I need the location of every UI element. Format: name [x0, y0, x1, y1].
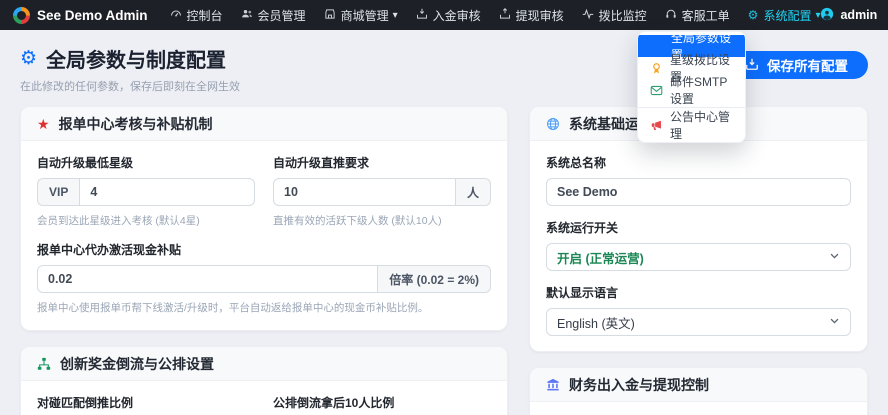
envelope-icon — [650, 84, 663, 97]
page-title: ⚙ 全局参数与制度配置 — [20, 48, 227, 72]
field-direct-push: 自动升级直推要求 人 直推有效的活跃下级人数 (默认10人) — [273, 154, 491, 228]
field-run-switch: 系统运行开关 开启 (正常运营) — [546, 219, 851, 271]
dropdown-item-announcements[interactable]: 公告中心管理 — [638, 110, 745, 141]
brand-logo-icon — [13, 6, 30, 24]
medal-icon — [650, 62, 663, 75]
page-subtitle: 在此修改的任何参数，保存后即刻在全网生效 — [20, 81, 240, 93]
nav-label: 拨比监控 — [598, 8, 647, 23]
card-report-center: ★ 报单中心考核与补贴机制 自动升级最低星级 VIP 会员到达此星级进 — [20, 106, 508, 331]
star-icon: ★ — [37, 115, 50, 132]
nav-label: 商城管理 — [340, 8, 389, 23]
nav-label: 入金审核 — [432, 8, 481, 23]
helper-text: 直推有效的活跃下级人数 (默认10人) — [273, 215, 442, 227]
min-star-input[interactable] — [79, 178, 255, 206]
sitemap-icon — [37, 357, 51, 371]
people-icon — [241, 8, 253, 23]
bank-icon — [546, 378, 560, 392]
nav-item-system-config[interactable]: ⚙ 系统配置 ▾ — [748, 7, 821, 24]
rate-suffix: 倍率 (0.02 = 2%) — [378, 265, 491, 293]
helper-text: 会员到达此星级进入考核 (默认4星) — [37, 215, 200, 227]
megaphone-icon — [650, 119, 663, 132]
nav-item-withdraw-review[interactable]: 提现审核 — [499, 7, 564, 24]
dropdown-item-smtp[interactable]: 邮件SMTP设置 — [638, 75, 745, 106]
card-bonus-settings: 创新奖金倒流与公排设置 对碰匹配倒推比例 倍率 — [20, 346, 508, 415]
card-header: 财务出入金与提现控制 — [530, 368, 867, 402]
nav-label: 提现审核 — [515, 8, 564, 23]
chevron-down-icon: ▾ — [392, 9, 398, 21]
right-column: 系统基础运行设置 系统总名称 系统运行开关 开启 (正常运营) — [529, 106, 868, 415]
page-content: ⚙ 全局参数与制度配置 在此修改的任何参数，保存后即刻在全网生效 保存所有配置 … — [0, 30, 888, 415]
nav-label: 控制台 — [186, 8, 223, 23]
cards-grid: ★ 报单中心考核与补贴机制 自动升级最低星级 VIP 会员到达此星级进 — [20, 106, 868, 415]
field-public-row-ratio: 公排倒流拿后10人比例 倍率 — [273, 396, 395, 410]
brand[interactable]: See Demo Admin — [13, 6, 148, 24]
nav-item-dashboard[interactable]: 控制台 — [170, 7, 223, 24]
system-config-dropdown: 全局参数设置 星级拨比设置 邮件SMTP设置 公告中心管理 — [637, 31, 746, 143]
field-subsidy: 报单中心代办激活现金补贴 倍率 (0.02 = 2%) 报单中心使用报单币帮下线… — [37, 241, 491, 315]
navbar-right: admin 安全退出 — [820, 0, 888, 50]
card-header: 创新奖金倒流与公排设置 — [21, 347, 507, 381]
system-name-input[interactable] — [546, 178, 851, 206]
field-min-star: 自动升级最低星级 VIP 会员到达此星级进入考核 (默认4星) — [37, 154, 255, 228]
box-arrow-up-icon — [499, 7, 511, 23]
person-circle-icon — [820, 7, 834, 24]
gear-icon: ⚙ — [747, 8, 759, 22]
direct-push-input[interactable] — [273, 178, 456, 206]
field-match-ratio: 对碰匹配倒推比例 倍率 — [37, 396, 134, 410]
shop-icon — [324, 8, 336, 23]
username: admin — [840, 8, 878, 22]
app-root: See Demo Admin 控制台 会员管理 商城管理 ▾ 入金审核 提现审核… — [0, 0, 888, 415]
language-select[interactable]: English (英文) — [546, 308, 851, 336]
user-menu[interactable]: admin — [820, 7, 877, 24]
gear-icon: ⚙ — [20, 48, 38, 69]
top-navbar: See Demo Admin 控制台 会员管理 商城管理 ▾ 入金审核 提现审核… — [0, 0, 888, 30]
pulse-icon — [582, 8, 594, 23]
nav-label: 系统配置 — [763, 8, 812, 23]
box-arrow-in-down-icon — [416, 8, 428, 23]
title-block: ⚙ 全局参数与制度配置 在此修改的任何参数，保存后即刻在全网生效 — [20, 44, 240, 94]
unit-suffix: 人 — [455, 178, 491, 206]
card-header: ★ 报单中心考核与补贴机制 — [21, 107, 507, 141]
nav-item-mall[interactable]: 商城管理 ▾ — [324, 7, 398, 24]
run-switch-select[interactable]: 开启 (正常运营) — [546, 243, 851, 271]
left-column: ★ 报单中心考核与补贴机制 自动升级最低星级 VIP 会员到达此星级进 — [20, 106, 508, 415]
nav-item-members[interactable]: 会员管理 — [241, 7, 306, 24]
headset-icon — [665, 8, 677, 23]
chevron-down-icon — [829, 250, 840, 264]
vip-prefix: VIP — [37, 178, 80, 206]
subsidy-input[interactable] — [37, 265, 379, 293]
globe-icon — [546, 117, 560, 131]
nav-item-ratio-monitor[interactable]: 拨比监控 — [582, 7, 647, 24]
field-system-name: 系统总名称 — [546, 154, 851, 206]
brand-name: See Demo Admin — [37, 7, 148, 23]
nav-item-support-tickets[interactable]: 客服工单 — [665, 7, 730, 24]
save-all-button[interactable]: 保存所有配置 — [725, 51, 868, 79]
nav-label: 会员管理 — [257, 8, 306, 23]
speedometer-icon — [170, 8, 182, 23]
nav-menu: 控制台 会员管理 商城管理 ▾ 入金审核 提现审核 拨比监控 客服工单 ⚙ 系统… — [170, 7, 821, 24]
helper-text: 报单中心使用报单币帮下线激活/升级时，平台自动返给报单中心的现金币补贴比例。 — [37, 302, 429, 314]
card-finance-control: 财务出入金与提现控制 官方 TRC20 收款地址 — [529, 367, 868, 415]
nav-item-deposit-review[interactable]: 入金审核 — [416, 7, 481, 24]
field-default-language: 默认显示语言 English (英文) — [546, 284, 851, 336]
save-icon — [745, 57, 759, 74]
nav-label: 客服工单 — [681, 8, 730, 23]
chevron-down-icon — [829, 315, 840, 329]
